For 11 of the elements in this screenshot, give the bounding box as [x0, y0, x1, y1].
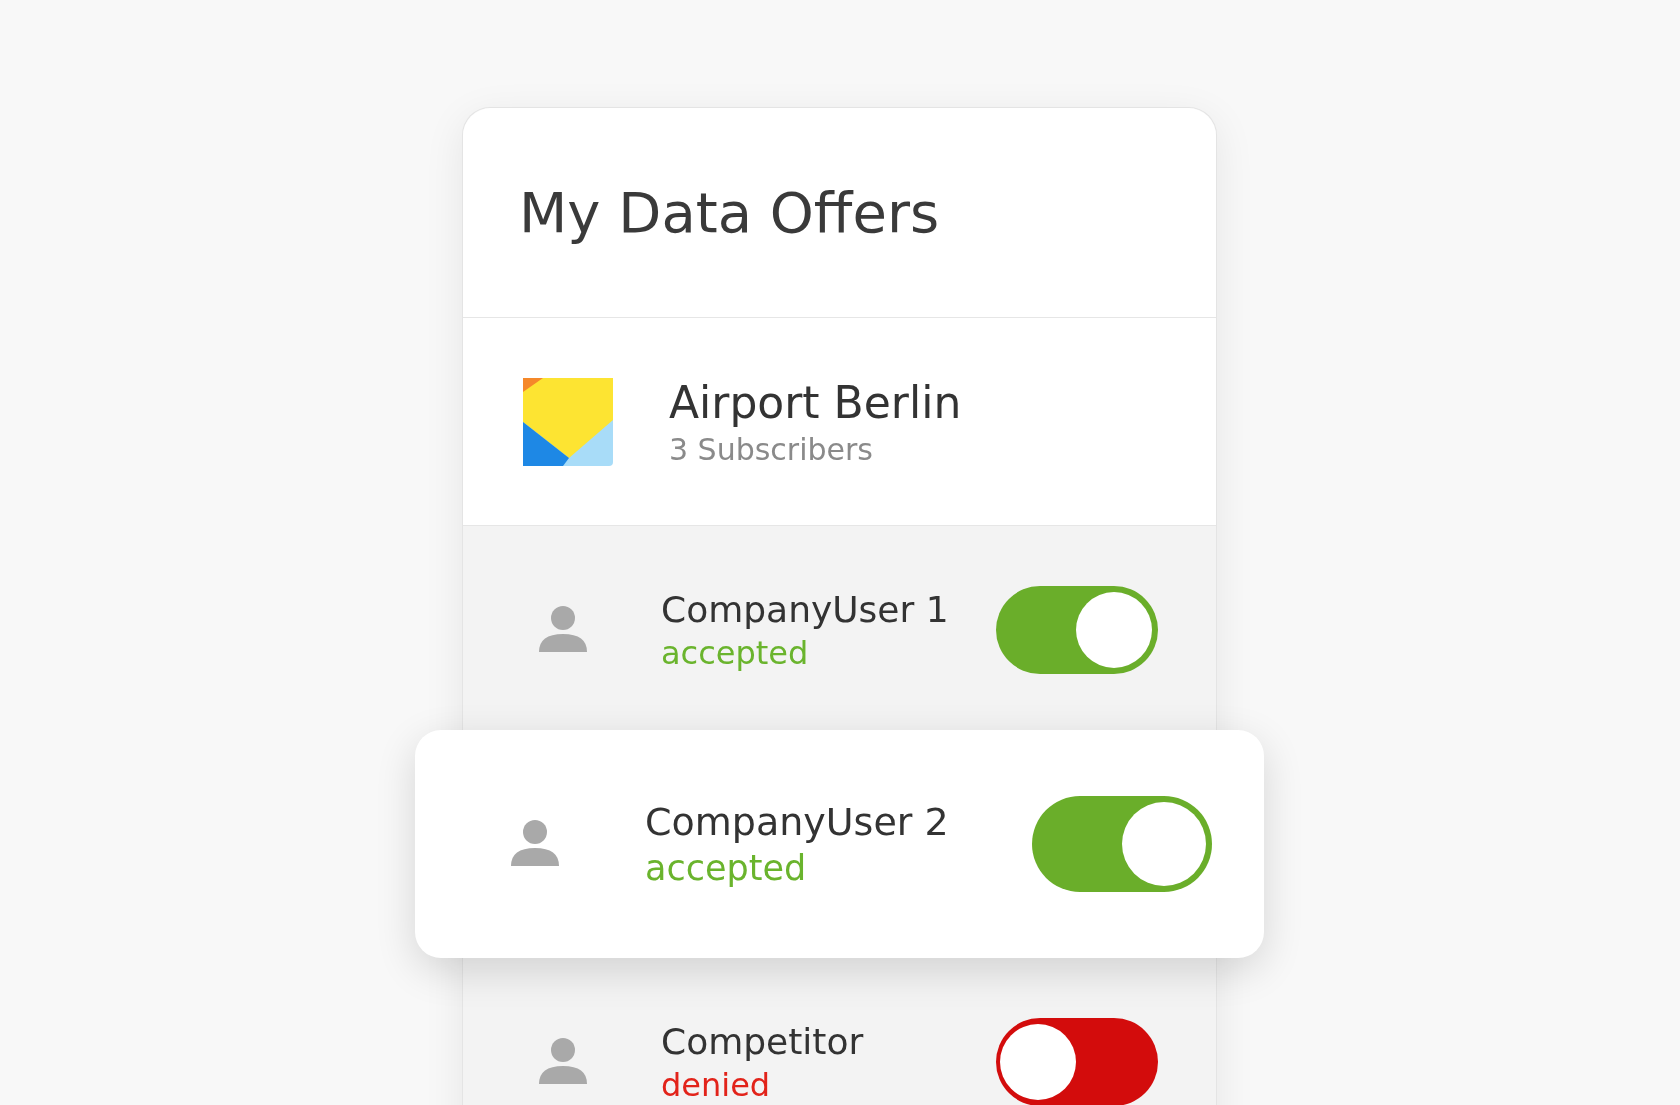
- subscriber-status: denied: [661, 1065, 772, 1104]
- offer-row[interactable]: Airport Berlin 3 Subscribers: [463, 318, 1216, 526]
- subscriber-name: CompanyUser 2: [645, 800, 949, 844]
- offer-name: Airport Berlin: [669, 376, 962, 428]
- card-title: My Data Offers: [519, 180, 940, 245]
- subscriber-count: 3 Subscribers: [669, 431, 874, 467]
- subscriber-status: accepted: [661, 633, 810, 672]
- offer-logo-icon: [523, 377, 613, 466]
- subscriber-status: accepted: [645, 848, 808, 888]
- subscriber-name: Competitor: [661, 1020, 864, 1062]
- subscriber-name: CompanyUser 1: [661, 588, 949, 630]
